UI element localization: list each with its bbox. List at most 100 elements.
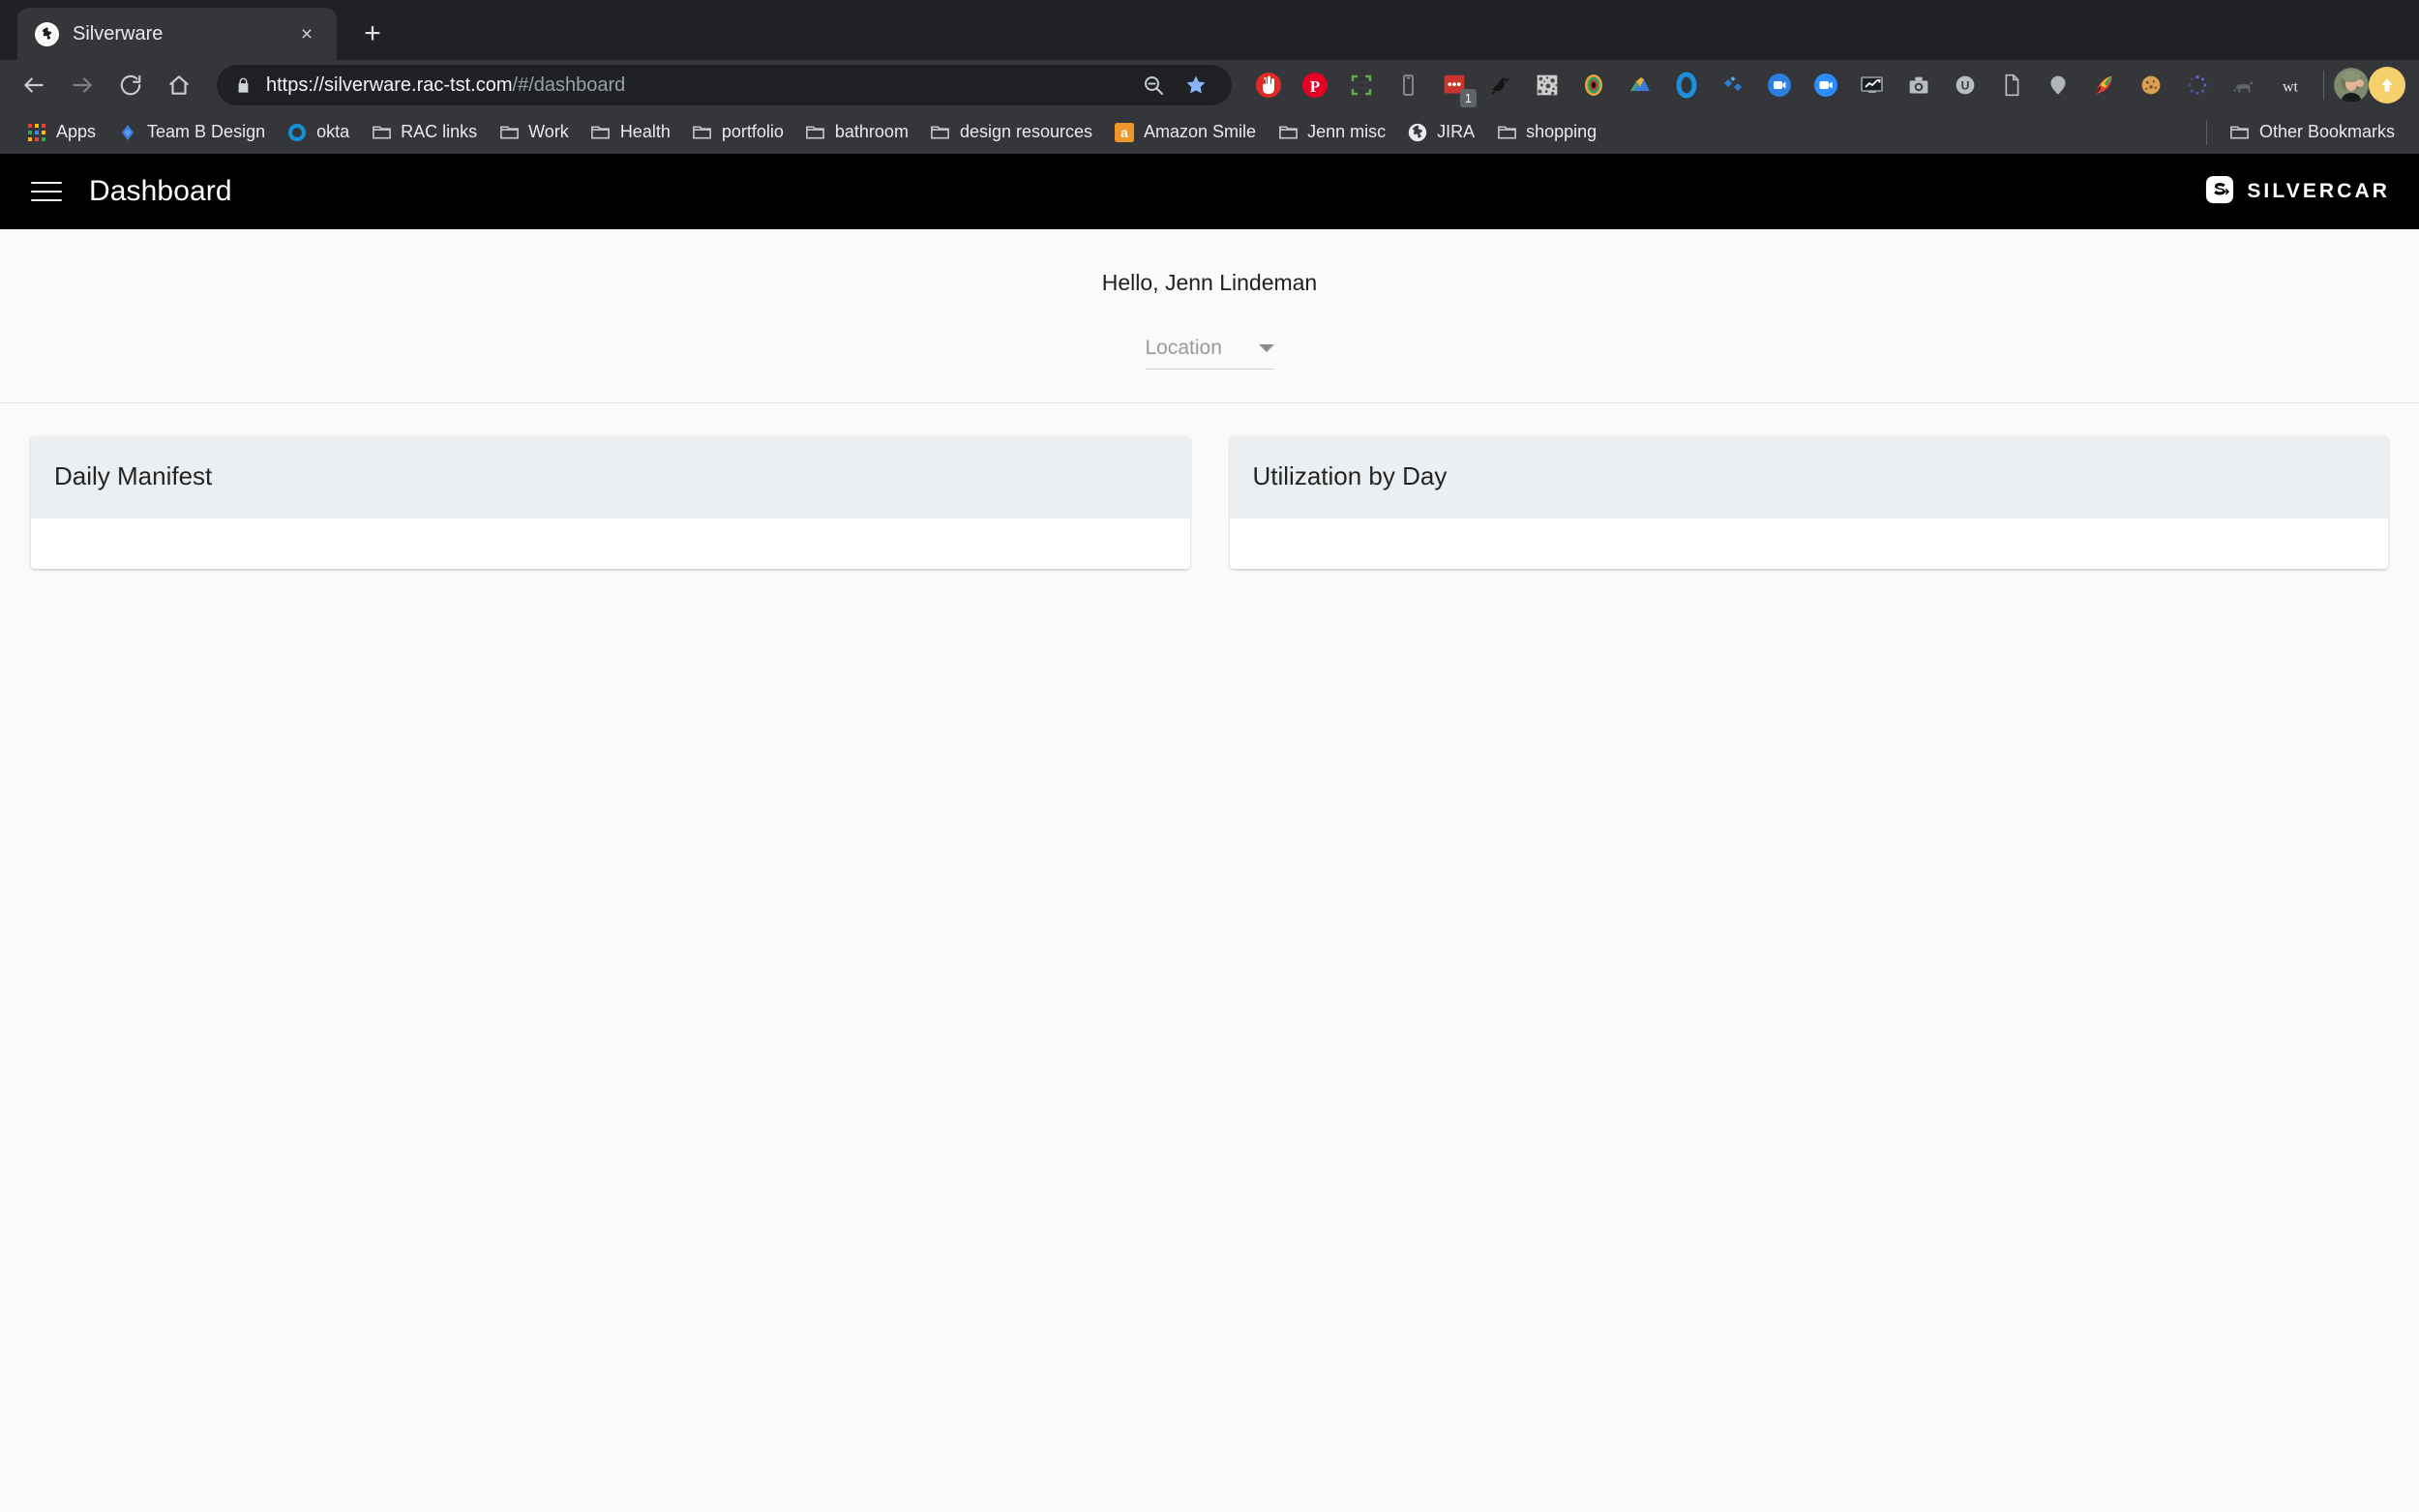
svg-text:a: a <box>1120 125 1128 140</box>
card-utilization-by-day: Utilization by Day <box>1229 436 2388 569</box>
zoom-out-icon[interactable] <box>1135 67 1172 104</box>
other-bookmarks-button[interactable]: Other Bookmarks <box>2219 117 2405 148</box>
bookmark-label: RAC links <box>401 122 478 141</box>
svg-text:U: U <box>1961 79 1970 93</box>
adblock-hand-icon[interactable] <box>1245 62 1292 108</box>
folder-icon <box>2229 122 2251 143</box>
rainbow-arc-icon[interactable] <box>1617 62 1663 108</box>
card-body <box>31 519 1190 569</box>
blue-diamonds-icon[interactable] <box>1710 62 1756 108</box>
mobile-device-icon[interactable] <box>1385 62 1431 108</box>
browser-chrome: Silverware × + https://silverware.rac-ts… <box>0 0 2419 154</box>
home-icon[interactable] <box>155 61 203 109</box>
red-notes-icon[interactable]: 1 <box>1431 62 1478 108</box>
blue-ring-icon[interactable] <box>1663 62 1710 108</box>
amazon-icon: a <box>1114 122 1135 143</box>
zoom-video-icon[interactable] <box>1803 62 1849 108</box>
folder-icon <box>805 122 826 143</box>
greeting-text: Hello, Jenn Lindeman <box>1101 270 1318 295</box>
cookie-icon[interactable] <box>2128 62 2174 108</box>
black-bird-icon[interactable] <box>1478 62 1524 108</box>
back-icon[interactable] <box>10 61 58 109</box>
gray-balloon-icon[interactable] <box>2035 62 2081 108</box>
wt-text-icon[interactable]: wt <box>2267 62 2314 108</box>
bookmark-label: okta <box>316 122 350 141</box>
bookmark-design-resources[interactable]: design resources <box>919 117 1103 148</box>
reload-icon[interactable] <box>106 61 155 109</box>
bookmark-portfolio[interactable]: portfolio <box>681 117 794 148</box>
bookmark-bathroom[interactable]: bathroom <box>794 117 919 148</box>
folder-icon <box>930 122 951 143</box>
globe-icon <box>35 21 59 46</box>
folder-icon <box>1277 122 1299 143</box>
new-tab-button[interactable]: + <box>350 12 395 56</box>
bookmark-team-b-design[interactable]: Team B Design <box>106 117 276 148</box>
silvercar-s-icon <box>2205 175 2234 209</box>
tab-strip: Silverware × + <box>0 0 2419 60</box>
bookmark-work[interactable]: Work <box>488 117 580 148</box>
bookmark-shopping[interactable]: shopping <box>1485 117 1607 148</box>
bookmark-star-icon[interactable] <box>1178 67 1214 104</box>
folder-icon <box>371 122 392 143</box>
greeting-section: Hello, Jenn Lindeman Location <box>0 229 2419 403</box>
globe-icon <box>1407 122 1428 143</box>
bookmark-health[interactable]: Health <box>580 117 681 148</box>
tab-title: Silverware <box>73 22 164 44</box>
toolbar-divider <box>2323 71 2324 100</box>
usersnap-u-icon[interactable]: U <box>1942 62 1988 108</box>
bookmark-label: Jenn misc <box>1307 122 1387 141</box>
card-header: Daily Manifest <box>31 436 1190 519</box>
location-filter-select[interactable]: Location <box>1145 337 1274 370</box>
browser-tab-silverware[interactable]: Silverware × <box>17 8 337 60</box>
bookmarks-bar: Apps Team B Design okta RAC links Work H… <box>0 110 2419 154</box>
colorful-eye-icon[interactable] <box>1570 62 1617 108</box>
hamburger-menu-icon[interactable] <box>25 170 68 213</box>
close-icon[interactable]: × <box>294 21 319 46</box>
bookmark-jira[interactable]: JIRA <box>1396 117 1485 148</box>
color-feather-icon[interactable] <box>2081 62 2128 108</box>
bookmark-rac-links[interactable]: RAC links <box>360 117 488 148</box>
bookmark-label: portfolio <box>721 122 784 141</box>
forward-icon[interactable] <box>58 61 106 109</box>
screen-capture-icon[interactable] <box>1338 62 1385 108</box>
gray-cat-icon[interactable] <box>2221 62 2267 108</box>
bookmark-jenn-misc[interactable]: Jenn misc <box>1267 117 1396 148</box>
folder-icon <box>692 122 713 143</box>
svg-text:P: P <box>1310 77 1320 96</box>
monitor-chart-icon[interactable] <box>1849 62 1896 108</box>
bookmark-amazon-smile[interactable]: a Amazon Smile <box>1103 117 1267 148</box>
avatar[interactable] <box>2334 68 2369 103</box>
card-title: Utilization by Day <box>1252 461 1448 490</box>
lock-icon <box>234 76 253 95</box>
bookmark-label: design resources <box>959 122 1093 141</box>
brand-logo: SILVERCAR <box>2205 175 2390 209</box>
update-arrow-icon[interactable] <box>2369 67 2405 104</box>
folder-icon <box>1496 122 1517 143</box>
dashboard-cards: Daily Manifest Utilization by Day <box>0 403 2419 569</box>
card-title: Daily Manifest <box>54 461 213 490</box>
browser-toolbar: https://silverware.rac-tst.com/#/dashboa… <box>0 60 2419 110</box>
document-icon[interactable] <box>1988 62 2035 108</box>
bookmark-label: JIRA <box>1437 122 1476 141</box>
app-header: Dashboard SILVERCAR <box>0 154 2419 229</box>
bookmark-label: Amazon Smile <box>1144 122 1257 141</box>
loading-dots-icon[interactable] <box>2174 62 2221 108</box>
bookmark-apps[interactable]: Apps <box>15 117 106 148</box>
location-filter-label: Location <box>1145 337 1222 359</box>
camera-icon[interactable] <box>1896 62 1942 108</box>
bookmarks-separator <box>2205 119 2207 145</box>
bookmark-label: Work <box>528 122 569 141</box>
okta-ring-icon <box>286 122 308 143</box>
omnibox-actions <box>1135 67 1214 104</box>
card-header: Utilization by Day <box>1229 436 2388 519</box>
bookmark-label: shopping <box>1526 122 1598 141</box>
page-title: Dashboard <box>89 175 232 207</box>
address-bar[interactable]: https://silverware.rac-tst.com/#/dashboa… <box>217 65 1232 105</box>
svg-text:wt: wt <box>2283 79 2299 96</box>
noise-pattern-icon[interactable] <box>1524 62 1570 108</box>
bookmark-label: Team B Design <box>147 122 266 141</box>
chevron-down-icon <box>1258 344 1274 352</box>
pinterest-icon[interactable]: P <box>1292 62 1338 108</box>
bookmark-okta[interactable]: okta <box>276 117 360 148</box>
blue-chat-icon[interactable] <box>1756 62 1803 108</box>
